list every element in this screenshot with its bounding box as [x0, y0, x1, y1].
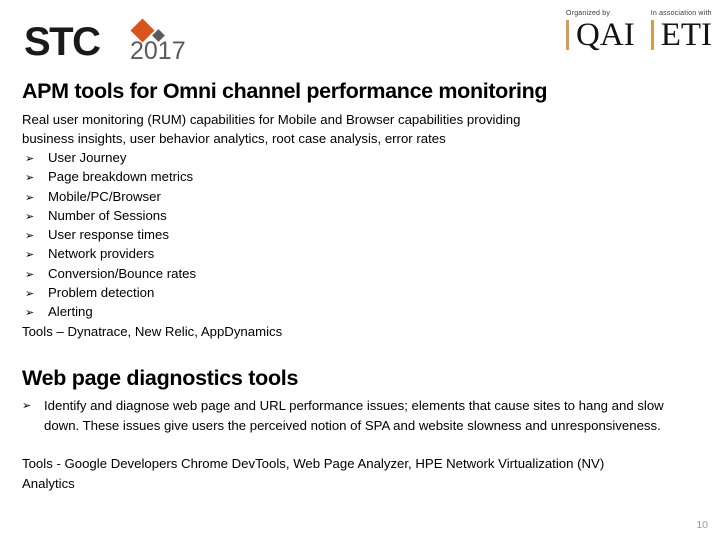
list-item: ➢ Mobile/PC/Browser: [22, 187, 442, 206]
web-diagnostics-tools-line: Tools - Google Developers Chrome DevTool…: [22, 456, 605, 491]
arrow-bullet-icon: ➢: [25, 306, 35, 320]
arrow-bullet-icon: ➢: [25, 229, 35, 243]
arrow-bullet-icon: ➢: [25, 267, 35, 281]
partner-eti-name: ETI: [660, 17, 712, 53]
section-title-web-diagnostics: Web page diagnostics tools: [22, 366, 299, 390]
partner-eti-mark: ETI: [650, 17, 712, 53]
arrow-bullet-icon: ➢: [25, 171, 35, 185]
list-item: ➢ Conversion/Bounce rates: [22, 264, 442, 283]
partner-eti: In association with ETI: [650, 10, 712, 53]
list-item: ➢ User response times: [22, 225, 442, 244]
arrow-bullet-icon: ➢: [25, 209, 35, 223]
list-item: ➢ User Journey: [22, 148, 442, 167]
arrow-bullet-icon: ➢: [25, 190, 35, 204]
stc-logo-wordmark: STC: [24, 20, 101, 64]
partner-qai-caption: Organized by: [566, 10, 611, 17]
apm-tools-line: Tools – Dynatrace, New Relic, AppDynamic…: [22, 324, 283, 339]
partner-logos: Organized by QAI In association with ETI: [566, 10, 712, 53]
arrow-bullet-icon: ➢: [22, 399, 32, 412]
partner-qai-mark: QAI: [566, 17, 635, 53]
list-item: ➢ Number of Sessions: [22, 206, 442, 225]
stc-logo-year: 2017: [130, 37, 186, 65]
arrow-bullet-icon: ➢: [25, 152, 35, 165]
intro-paragraph: Real user monitoring (RUM) capabilities …: [22, 110, 708, 148]
intro-line-2: business insights, user behavior analyti…: [22, 131, 446, 146]
page-title: APM tools for Omni channel performance m…: [22, 79, 548, 103]
list-item-label: Conversion/Bounce rates: [48, 265, 197, 281]
partner-eti-caption: In association with: [650, 10, 712, 17]
arrow-bullet-icon: ➢: [25, 287, 35, 301]
list-item-label: User response times: [48, 227, 169, 243]
page-number: 10: [696, 519, 708, 531]
vertical-rule-icon: [566, 20, 570, 50]
diagnostics-bullet-item: ➢ Identify and diagnose web page and URL…: [22, 396, 698, 435]
list-item-label: Mobile/PC/Browser: [48, 188, 161, 204]
list-item: ➢ Problem detection: [22, 283, 442, 302]
list-item: ➢ Network providers: [22, 244, 442, 263]
apm-capability-list: ➢ User Journey ➢ Page breakdown metrics …: [22, 148, 442, 322]
diagnostics-bullet-label: Identify and diagnose web page and URL p…: [44, 398, 664, 433]
list-item-label: Alerting: [48, 304, 93, 320]
list-item-label: Number of Sessions: [48, 207, 167, 223]
list-item: ➢ Page breakdown metrics: [22, 167, 442, 186]
vertical-rule-icon: [650, 20, 654, 50]
arrow-bullet-icon: ➢: [25, 248, 35, 262]
intro-line-1: Real user monitoring (RUM) capabilities …: [22, 112, 521, 127]
list-item-label: Network providers: [48, 246, 155, 262]
partner-qai: Organized by QAI: [566, 10, 635, 53]
list-item: ➢ Alerting: [22, 302, 442, 321]
list-item-label: Problem detection: [48, 285, 155, 301]
slide-header: STC 2017 Organized by QAI In association…: [0, 0, 720, 72]
list-item-label: User Journey: [48, 150, 127, 165]
list-item-label: Page breakdown metrics: [48, 169, 194, 185]
partner-qai-name: QAI: [576, 17, 635, 53]
